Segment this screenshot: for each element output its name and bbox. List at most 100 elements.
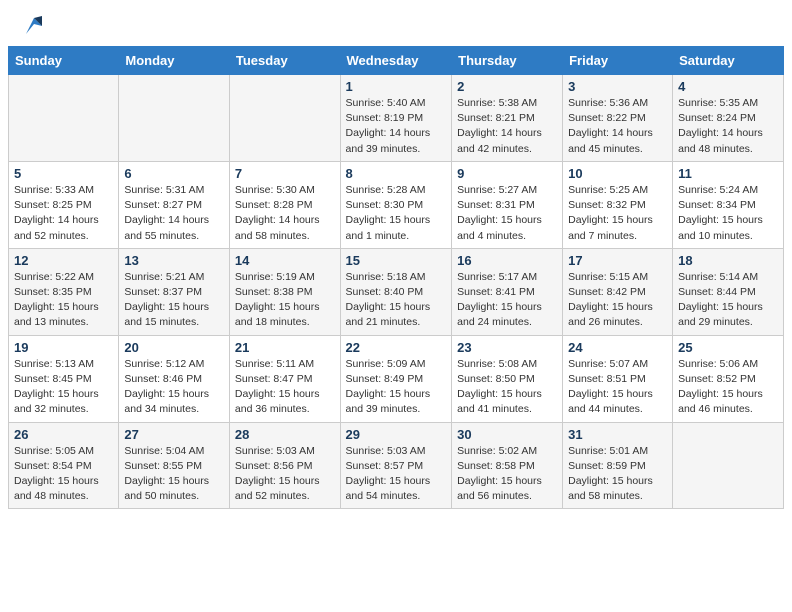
day-number: 18 [678, 253, 778, 268]
calendar-cell: 13Sunrise: 5:21 AM Sunset: 8:37 PM Dayli… [119, 248, 230, 335]
day-info: Sunrise: 5:07 AM Sunset: 8:51 PM Dayligh… [568, 357, 667, 418]
calendar-cell: 4 Sunrise: 5:35 AM Sunset: 8:24 PM Daylig… [673, 75, 784, 162]
calendar-cell: 9 Sunrise: 5:27 AM Sunset: 8:31 PM Daylig… [452, 161, 563, 248]
day-number: 17 [568, 253, 667, 268]
calendar-cell: 24Sunrise: 5:07 AM Sunset: 8:51 PM Dayli… [563, 335, 673, 422]
day-number: 21 [235, 340, 335, 355]
page-header [0, 0, 792, 46]
day-number: 2 [457, 79, 557, 94]
day-number: 12 [14, 253, 113, 268]
weekday-header: Thursday [452, 47, 563, 75]
day-info: Sunrise: 5:05 AM Sunset: 8:54 PM Dayligh… [14, 444, 113, 505]
day-info: Sunrise: 5:27 AM Sunset: 8:31 PM Dayligh… [457, 183, 557, 244]
calendar-cell [673, 422, 784, 509]
calendar-body: 1Sunrise: 5:40 AM Sunset: 8:19 PM Daylig… [9, 75, 784, 509]
day-number: 28 [235, 427, 335, 442]
calendar-cell: 27 Sunrise: 5:04 AM Sunset: 8:55 PM Dayli… [119, 422, 230, 509]
day-info: Sunrise: 5:36 AM Sunset: 8:22 PM Dayligh… [568, 96, 667, 157]
day-number: 5 [14, 166, 113, 181]
calendar-wrapper: SundayMondayTuesdayWednesdayThursdayFrid… [0, 46, 792, 517]
calendar-cell: 1Sunrise: 5:40 AM Sunset: 8:19 PM Daylig… [340, 75, 452, 162]
logo [24, 18, 42, 36]
calendar-cell: 28 Sunrise: 5:03 AM Sunset: 8:56 PM Dayli… [229, 422, 340, 509]
calendar-cell: 26 Sunrise: 5:05 AM Sunset: 8:54 PM Dayli… [9, 422, 119, 509]
calendar-cell: 19Sunrise: 5:13 AM Sunset: 8:45 PM Dayli… [9, 335, 119, 422]
weekday-header: Monday [119, 47, 230, 75]
day-number: 9 [457, 166, 557, 181]
day-number: 26 [14, 427, 113, 442]
day-number: 23 [457, 340, 557, 355]
calendar-header: SundayMondayTuesdayWednesdayThursdayFrid… [9, 47, 784, 75]
calendar-cell: 29Sunrise: 5:03 AM Sunset: 8:57 PM Dayli… [340, 422, 452, 509]
day-info: Sunrise: 5:19 AM Sunset: 8:38 PM Dayligh… [235, 270, 335, 331]
calendar-cell: 20 Sunrise: 5:12 AM Sunset: 8:46 PM Dayli… [119, 335, 230, 422]
weekday-header: Tuesday [229, 47, 340, 75]
calendar-cell [229, 75, 340, 162]
weekday-header: Wednesday [340, 47, 452, 75]
day-info: Sunrise: 5:11 AM Sunset: 8:47 PM Dayligh… [235, 357, 335, 418]
day-info: Sunrise: 5:09 AM Sunset: 8:49 PM Dayligh… [346, 357, 447, 418]
weekday-header: Sunday [9, 47, 119, 75]
day-number: 3 [568, 79, 667, 94]
calendar-week-row: 1Sunrise: 5:40 AM Sunset: 8:19 PM Daylig… [9, 75, 784, 162]
calendar-cell: 17 Sunrise: 5:15 AM Sunset: 8:42 PM Dayli… [563, 248, 673, 335]
day-number: 6 [124, 166, 224, 181]
calendar-week-row: 5 Sunrise: 5:33 AM Sunset: 8:25 PM Daylig… [9, 161, 784, 248]
calendar-week-row: 19Sunrise: 5:13 AM Sunset: 8:45 PM Dayli… [9, 335, 784, 422]
day-number: 30 [457, 427, 557, 442]
day-info: Sunrise: 5:08 AM Sunset: 8:50 PM Dayligh… [457, 357, 557, 418]
day-number: 1 [346, 79, 447, 94]
day-info: Sunrise: 5:03 AM Sunset: 8:57 PM Dayligh… [346, 444, 447, 505]
calendar-cell: 8 Sunrise: 5:28 AM Sunset: 8:30 PM Daylig… [340, 161, 452, 248]
calendar-cell: 2Sunrise: 5:38 AM Sunset: 8:21 PM Daylig… [452, 75, 563, 162]
calendar-cell: 16 Sunrise: 5:17 AM Sunset: 8:41 PM Dayli… [452, 248, 563, 335]
day-info: Sunrise: 5:06 AM Sunset: 8:52 PM Dayligh… [678, 357, 778, 418]
day-info: Sunrise: 5:17 AM Sunset: 8:41 PM Dayligh… [457, 270, 557, 331]
day-number: 31 [568, 427, 667, 442]
calendar-cell: 30Sunrise: 5:02 AM Sunset: 8:58 PM Dayli… [452, 422, 563, 509]
calendar-cell [119, 75, 230, 162]
calendar-week-row: 26 Sunrise: 5:05 AM Sunset: 8:54 PM Dayli… [9, 422, 784, 509]
calendar-cell: 5 Sunrise: 5:33 AM Sunset: 8:25 PM Daylig… [9, 161, 119, 248]
day-number: 20 [124, 340, 224, 355]
weekday-row: SundayMondayTuesdayWednesdayThursdayFrid… [9, 47, 784, 75]
logo-bird-icon [26, 16, 42, 38]
calendar-cell: 10Sunrise: 5:25 AM Sunset: 8:32 PM Dayli… [563, 161, 673, 248]
weekday-header: Friday [563, 47, 673, 75]
day-number: 22 [346, 340, 447, 355]
calendar-cell: 31Sunrise: 5:01 AM Sunset: 8:59 PM Dayli… [563, 422, 673, 509]
day-number: 4 [678, 79, 778, 94]
calendar-table: SundayMondayTuesdayWednesdayThursdayFrid… [8, 46, 784, 509]
day-number: 16 [457, 253, 557, 268]
calendar-cell: 15 Sunrise: 5:18 AM Sunset: 8:40 PM Dayli… [340, 248, 452, 335]
day-info: Sunrise: 5:15 AM Sunset: 8:42 PM Dayligh… [568, 270, 667, 331]
day-info: Sunrise: 5:22 AM Sunset: 8:35 PM Dayligh… [14, 270, 113, 331]
day-number: 8 [346, 166, 447, 181]
day-info: Sunrise: 5:12 AM Sunset: 8:46 PM Dayligh… [124, 357, 224, 418]
day-number: 15 [346, 253, 447, 268]
day-number: 25 [678, 340, 778, 355]
calendar-cell: 11 Sunrise: 5:24 AM Sunset: 8:34 PM Dayli… [673, 161, 784, 248]
day-info: Sunrise: 5:18 AM Sunset: 8:40 PM Dayligh… [346, 270, 447, 331]
calendar-cell: 3 Sunrise: 5:36 AM Sunset: 8:22 PM Daylig… [563, 75, 673, 162]
calendar-cell: 22 Sunrise: 5:09 AM Sunset: 8:49 PM Dayli… [340, 335, 452, 422]
calendar-cell [9, 75, 119, 162]
day-info: Sunrise: 5:04 AM Sunset: 8:55 PM Dayligh… [124, 444, 224, 505]
day-info: Sunrise: 5:03 AM Sunset: 8:56 PM Dayligh… [235, 444, 335, 505]
day-info: Sunrise: 5:35 AM Sunset: 8:24 PM Dayligh… [678, 96, 778, 157]
calendar-cell: 14Sunrise: 5:19 AM Sunset: 8:38 PM Dayli… [229, 248, 340, 335]
day-info: Sunrise: 5:24 AM Sunset: 8:34 PM Dayligh… [678, 183, 778, 244]
calendar-cell: 12 Sunrise: 5:22 AM Sunset: 8:35 PM Dayli… [9, 248, 119, 335]
day-info: Sunrise: 5:30 AM Sunset: 8:28 PM Dayligh… [235, 183, 335, 244]
day-info: Sunrise: 5:14 AM Sunset: 8:44 PM Dayligh… [678, 270, 778, 331]
day-number: 11 [678, 166, 778, 181]
calendar-cell: 21 Sunrise: 5:11 AM Sunset: 8:47 PM Dayli… [229, 335, 340, 422]
day-number: 13 [124, 253, 224, 268]
weekday-header: Saturday [673, 47, 784, 75]
day-info: Sunrise: 5:33 AM Sunset: 8:25 PM Dayligh… [14, 183, 113, 244]
calendar-cell: 23 Sunrise: 5:08 AM Sunset: 8:50 PM Dayli… [452, 335, 563, 422]
day-number: 10 [568, 166, 667, 181]
day-number: 27 [124, 427, 224, 442]
day-info: Sunrise: 5:28 AM Sunset: 8:30 PM Dayligh… [346, 183, 447, 244]
calendar-cell: 6Sunrise: 5:31 AM Sunset: 8:27 PM Daylig… [119, 161, 230, 248]
